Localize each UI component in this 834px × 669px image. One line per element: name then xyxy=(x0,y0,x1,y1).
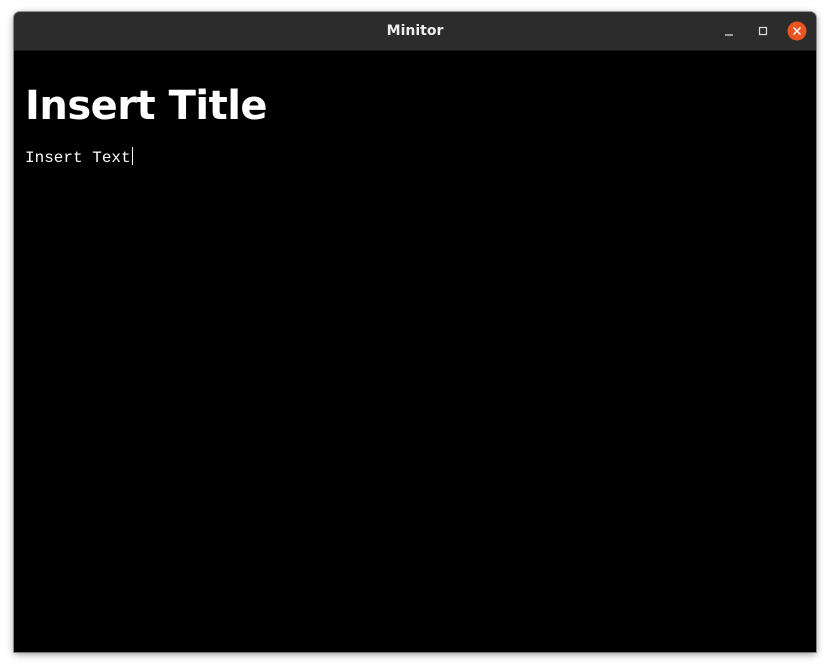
document-text-line[interactable]: Insert Text xyxy=(25,147,133,169)
minimize-icon xyxy=(725,34,733,36)
window-title: Minitor xyxy=(386,23,444,39)
maximize-icon xyxy=(758,26,768,36)
minimize-button[interactable] xyxy=(719,21,739,41)
app-window: Minitor Insert Title Insert Text xyxy=(14,12,816,652)
text-cursor xyxy=(131,147,133,165)
close-button[interactable] xyxy=(787,21,807,41)
editor-area[interactable]: Insert Title Insert Text xyxy=(14,51,816,652)
maximize-button[interactable] xyxy=(753,21,773,41)
close-icon xyxy=(787,21,807,41)
document-text[interactable]: Insert Text xyxy=(25,149,131,167)
document-title[interactable]: Insert Title xyxy=(25,80,268,132)
title-bar[interactable]: Minitor xyxy=(14,12,816,51)
